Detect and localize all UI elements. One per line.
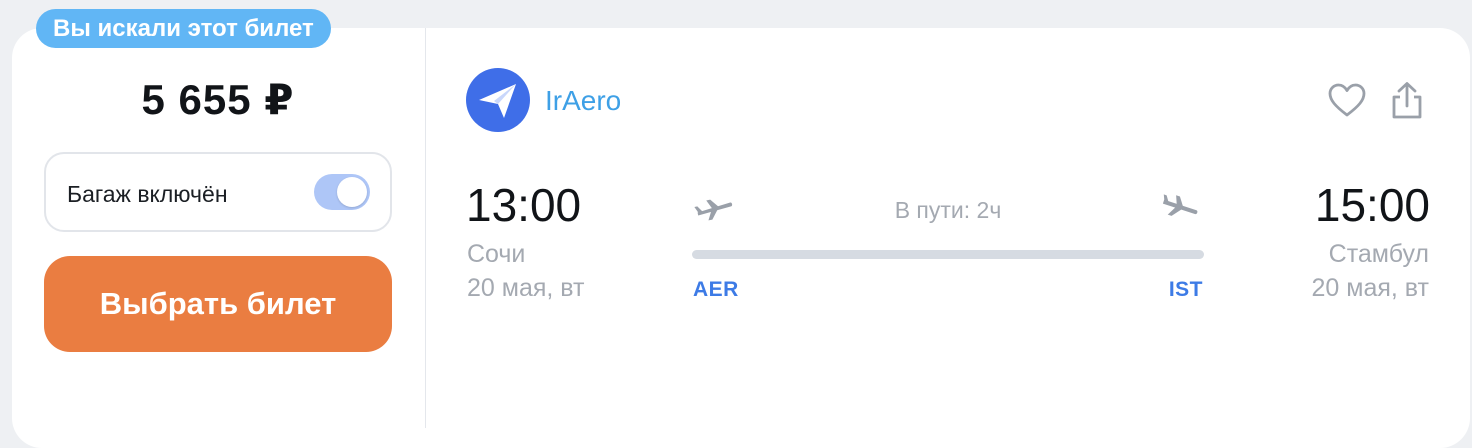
baggage-toggle[interactable] [314,174,370,210]
airline-logo [466,68,530,132]
flight-duration: В пути: 2ч [894,197,1002,223]
card-divider [425,28,426,428]
paper-plane-icon [479,84,516,118]
baggage-toggle-row[interactable]: Багаж включён [44,152,392,232]
share-icon[interactable] [1386,80,1428,122]
route-progress-bar [692,250,1204,259]
landing-plane-icon [1162,194,1198,216]
toggle-knob [337,177,367,207]
baggage-label: Багаж включён [67,181,228,207]
arrival-city: Стамбул [1328,240,1429,268]
departure-time: 13:00 [466,179,582,231]
ticket-price: 5 655 ₽ [141,76,295,123]
arrival-time: 15:00 [1314,179,1430,231]
searched-ticket-badge: Вы искали этот билет [36,9,331,48]
departure-date: 20 мая, вт [467,274,585,302]
heart-icon[interactable] [1326,80,1368,122]
departure-airport-code: AER [693,278,739,301]
select-ticket-button[interactable]: Выбрать билет [44,256,392,352]
departure-city: Сочи [467,240,526,268]
arrival-airport-code: IST [1168,278,1203,301]
airline-name: IrAero [545,85,622,116]
arrival-date: 20 мая, вт [1311,274,1429,302]
